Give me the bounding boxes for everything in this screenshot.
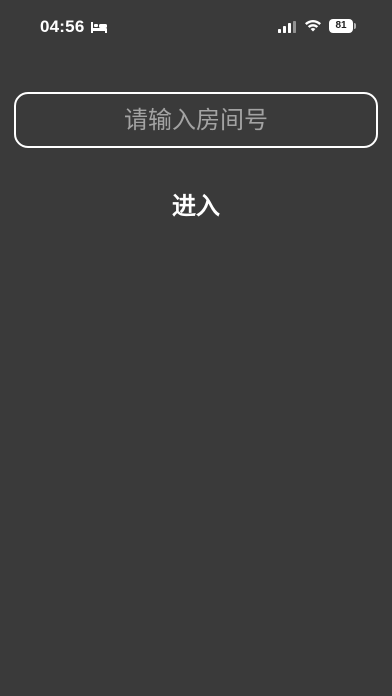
cellular-signal-icon bbox=[278, 21, 296, 33]
wifi-icon bbox=[305, 20, 321, 32]
room-number-input[interactable] bbox=[16, 94, 376, 146]
room-number-field bbox=[14, 92, 378, 148]
app-screen: 04:56 81 进入 bbox=[0, 0, 392, 696]
battery-level: 81 bbox=[329, 19, 353, 33]
status-bar: 04:56 81 bbox=[0, 0, 392, 54]
battery-icon: 81 bbox=[329, 19, 357, 33]
battery-tip bbox=[354, 23, 356, 29]
enter-button[interactable]: 进入 bbox=[156, 186, 236, 226]
bed-icon bbox=[91, 22, 107, 33]
status-time: 04:56 bbox=[40, 17, 85, 36]
